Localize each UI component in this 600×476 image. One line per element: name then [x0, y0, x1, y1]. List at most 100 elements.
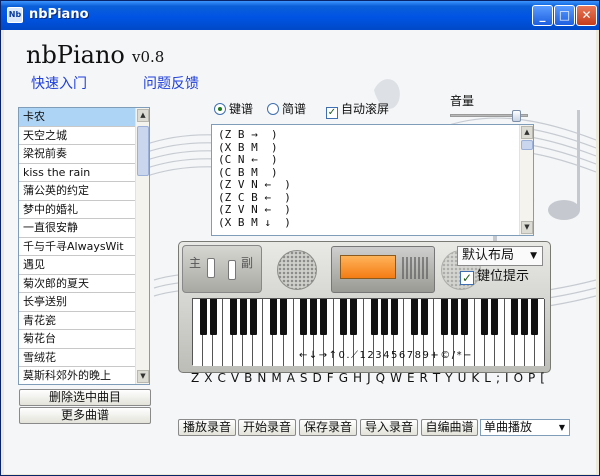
- dropdown-arrow-icon: ▼: [558, 423, 565, 432]
- minimize-button[interactable]: _: [532, 5, 553, 26]
- scroll-up-icon[interactable]: ▲: [521, 126, 533, 139]
- song-list[interactable]: 卡农 天空之城 梁祝前奏 kiss the rain 蒲公英的约定 梦中的婚礼 一直很安静千…: [18, 107, 150, 385]
- main-label: 主: [189, 256, 202, 270]
- checkmark-icon: ✓: [326, 107, 338, 119]
- piano-keyboard[interactable]: ←↓→↑0.⟋123456789+©/*−: [192, 298, 545, 366]
- simple-score-radio[interactable]: 简谱: [267, 101, 306, 117]
- score-line: (Z C B ← ): [218, 190, 291, 204]
- song-list-item[interactable]: 菊次郎的夏天: [19, 275, 135, 293]
- black-key[interactable]: [280, 299, 287, 335]
- speaker-left-icon: [277, 250, 317, 290]
- app-name: nbPiano: [26, 41, 125, 69]
- app-icon: Nb: [7, 7, 23, 23]
- key-marks: ←↓→↑0.⟋123456789+©/*−: [299, 350, 473, 361]
- scroll-down-icon[interactable]: ▼: [521, 221, 533, 234]
- simple-score-label: 简谱: [282, 102, 307, 116]
- delete-song-button[interactable]: 删除选中曲目: [19, 389, 151, 406]
- black-key[interactable]: [269, 299, 277, 335]
- black-key[interactable]: [511, 299, 519, 335]
- song-list-item[interactable]: 天空之城: [19, 127, 135, 145]
- song-list-item[interactable]: 长亭送别: [19, 293, 135, 312]
- import-recording-button[interactable]: 导入录音: [360, 419, 418, 436]
- score-line: (C B M ): [218, 165, 278, 179]
- scroll-up-icon[interactable]: ▲: [137, 109, 149, 122]
- scroll-down-icon[interactable]: ▼: [137, 370, 149, 383]
- piano-panel: 主 副 默认布局 ▼ ✓ 键位提示 ←↓→↑0.⟋123456789+©/*−: [178, 241, 551, 373]
- song-list-item[interactable]: 千与千寻AlwaysWit: [19, 238, 135, 256]
- song-list-item[interactable]: 莫斯科郊外的晚上: [19, 367, 135, 384]
- maximize-button[interactable]: □: [554, 5, 575, 26]
- song-list-item[interactable]: 遇见: [19, 256, 135, 275]
- black-key[interactable]: [410, 299, 418, 335]
- app-version: v0.8: [132, 48, 165, 66]
- black-key[interactable]: [440, 299, 448, 335]
- song-list-item[interactable]: 菊花台: [19, 330, 135, 349]
- black-key[interactable]: [239, 299, 247, 335]
- volume-slider-thumb[interactable]: [512, 110, 522, 122]
- layout-dropdown[interactable]: 默认布局 ▼: [457, 246, 543, 266]
- black-key[interactable]: [229, 299, 237, 335]
- sub-label: 副: [241, 256, 254, 270]
- song-list-item[interactable]: 一直很安静: [19, 219, 135, 238]
- black-key[interactable]: [310, 299, 318, 335]
- start-recording-button[interactable]: 开始录音: [238, 419, 296, 436]
- save-recording-button[interactable]: 保存录音: [299, 419, 357, 436]
- layout-dropdown-value: 默认布局: [462, 248, 515, 263]
- black-key[interactable]: [390, 299, 398, 335]
- play-recording-button[interactable]: 播放录音: [178, 419, 236, 436]
- play-mode-dropdown[interactable]: 单曲播放 ▼: [480, 419, 570, 436]
- song-list-item[interactable]: kiss the rain: [19, 164, 135, 182]
- lcd-screen: [340, 255, 396, 279]
- more-songs-button[interactable]: 更多曲谱: [19, 407, 151, 424]
- song-list-scrollbar[interactable]: ▲ ▼: [135, 108, 149, 384]
- title-bar[interactable]: Nb nbPiano _ □ ✕: [1, 1, 599, 30]
- score-line: (X B M ↓ ): [218, 215, 291, 229]
- score-line: (Z B → ): [218, 128, 278, 141]
- radio-icon: [267, 103, 279, 115]
- black-key[interactable]: [370, 299, 378, 335]
- black-key[interactable]: [521, 299, 529, 335]
- auto-scroll-checkbox[interactable]: ✓ 自动滚屏: [326, 101, 389, 119]
- black-key[interactable]: [420, 299, 428, 335]
- key-score-radio[interactable]: 键谱: [214, 101, 253, 117]
- client-area: nbPiano v0.8 快速入门 问题反馈 卡农 天空之城 梁祝前奏 kiss th…: [4, 30, 596, 474]
- song-list-item[interactable]: 梁祝前奏: [19, 145, 135, 164]
- black-key[interactable]: [199, 299, 207, 335]
- quick-start-link[interactable]: 快速入门: [31, 73, 87, 93]
- score-scrollbar[interactable]: ▲ ▼: [519, 125, 533, 235]
- black-key[interactable]: [531, 299, 539, 335]
- keymap-row: Z X C V B N M A S D F G H J Q W E R T Y …: [191, 371, 546, 385]
- black-key[interactable]: [340, 299, 348, 335]
- scroll-thumb[interactable]: [521, 140, 533, 150]
- black-key[interactable]: [350, 299, 358, 335]
- key-score-label: 键谱: [229, 102, 254, 116]
- window-title: nbPiano: [29, 7, 89, 22]
- dropdown-arrow-icon: ▼: [530, 251, 537, 261]
- black-key[interactable]: [320, 299, 328, 335]
- close-button[interactable]: ✕: [576, 5, 597, 26]
- black-key[interactable]: [450, 299, 458, 335]
- scroll-thumb[interactable]: [137, 126, 149, 176]
- black-key[interactable]: [209, 299, 217, 335]
- black-key[interactable]: [461, 299, 469, 335]
- sub-switch[interactable]: [228, 260, 236, 280]
- score-textarea[interactable]: (Z B → ) (X B M ) (C N ← ) (C B M ) (Z V N ←…: [211, 124, 534, 236]
- song-list-item[interactable]: 蒲公英的约定: [19, 182, 135, 201]
- black-key[interactable]: [249, 299, 257, 335]
- play-mode-value: 单曲播放: [484, 420, 533, 434]
- song-list-item[interactable]: 梦中的婚礼: [19, 201, 135, 219]
- black-key[interactable]: [481, 299, 489, 335]
- song-list-item[interactable]: 青花瓷: [19, 312, 135, 330]
- black-key[interactable]: [491, 299, 499, 335]
- custom-score-button[interactable]: 自编曲谱: [421, 419, 478, 436]
- radio-icon: [214, 103, 226, 115]
- piano-display: [331, 246, 435, 293]
- feedback-link[interactable]: 问题反馈: [143, 73, 199, 93]
- song-list-item[interactable]: 雪绒花: [19, 349, 135, 367]
- checkmark-icon: ✓: [460, 271, 474, 285]
- main-switch[interactable]: [207, 258, 215, 278]
- black-key[interactable]: [380, 299, 388, 335]
- key-hint-checkbox[interactable]: ✓ 键位提示: [460, 269, 529, 285]
- black-key[interactable]: [300, 299, 308, 335]
- song-list-item[interactable]: 卡农: [19, 108, 135, 127]
